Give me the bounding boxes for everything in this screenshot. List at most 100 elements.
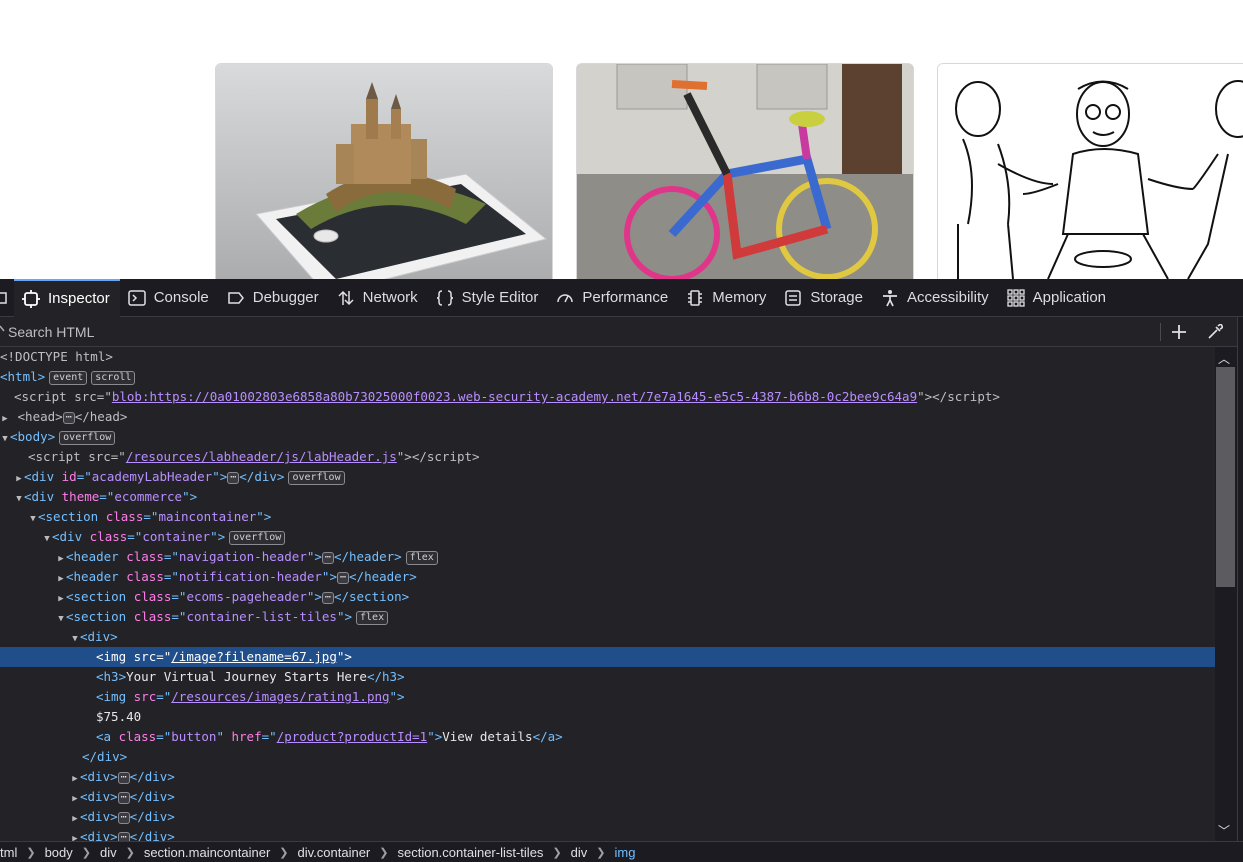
collapse-arrow-icon[interactable]: ▼ (14, 489, 24, 509)
tree-node-div-tile[interactable]: ▼ <div> (0, 627, 1215, 647)
img-src-link[interactable]: /image?filename=67.jpg (171, 649, 337, 664)
flex-badge[interactable]: flex (405, 550, 438, 565)
tab-network[interactable]: Network (329, 279, 428, 317)
expand-arrow-icon[interactable]: ▶ (70, 809, 80, 829)
tree-node-body[interactable]: ▼ <body> overflow (0, 427, 1215, 447)
script-blob-link[interactable]: blob:https://0a01002803e6858a80b73025000… (112, 389, 917, 404)
tab-storage[interactable]: Storage (776, 279, 873, 317)
element-picker-button[interactable] (0, 279, 14, 317)
product-image-castle-phone[interactable] (215, 63, 553, 279)
tab-label: Console (153, 289, 209, 306)
tree-node-div-container[interactable]: ▼ <div class="container"> overflow (0, 527, 1215, 547)
tab-accessibility[interactable]: Accessibility (873, 279, 999, 317)
expand-arrow-icon[interactable]: ▶ (56, 569, 66, 589)
breadcrumb-item[interactable]: div (96, 845, 121, 860)
sidebar-splitter[interactable] (1237, 317, 1243, 862)
expand-arrow-icon[interactable]: ▶ (14, 469, 24, 489)
tab-inspector[interactable]: Inspector (14, 278, 120, 317)
tree-node-head[interactable]: ▶ <head> ⋯ </head> (0, 407, 1215, 427)
tree-node-header-nav[interactable]: ▶ <header class="navigation-header"> ⋯ </he… (0, 547, 1215, 567)
tree-node-div-collapsed[interactable]: ▶ <div> ⋯ </div> (0, 807, 1215, 827)
application-icon (1006, 288, 1025, 307)
breadcrumb-item-current[interactable]: img (611, 845, 640, 860)
tab-style-editor[interactable]: Style Editor (428, 279, 549, 317)
scroll-badge[interactable]: scroll (91, 370, 136, 385)
expand-arrow-icon[interactable]: ▶ (56, 549, 66, 569)
tree-node-doctype[interactable]: <!DOCTYPE html> (0, 347, 1215, 367)
memory-icon (686, 289, 704, 307)
collapsed-ellipsis[interactable]: ⋯ (227, 471, 240, 484)
flex-badge[interactable]: flex (356, 610, 389, 625)
collapsed-ellipsis[interactable]: ⋯ (321, 591, 334, 604)
collapsed-ellipsis[interactable]: ⋯ (117, 791, 130, 804)
tab-label: Network (362, 289, 418, 306)
h3-text: Your Virtual Journey Starts Here (126, 669, 367, 684)
breadcrumb-item[interactable]: div (567, 845, 592, 860)
event-badge[interactable]: event (49, 370, 88, 385)
tree-node-script-blob[interactable]: <script src="blob:https://0a01002803e685… (0, 387, 1215, 407)
tree-node-section-pageheader[interactable]: ▶ <section class="ecoms-pageheader"> ⋯ </se… (0, 587, 1215, 607)
tab-label: Application (1032, 289, 1107, 306)
overflow-badge[interactable]: overflow (288, 470, 345, 485)
markup-scrollbar[interactable]: ︿ ﹀ (1215, 347, 1237, 841)
scrollbar-thumb[interactable] (1216, 367, 1235, 587)
tree-node-img-selected[interactable]: <img src="/image?filename=67.jpg"> (0, 647, 1215, 667)
chevron-right-icon: ❯ (81, 846, 91, 859)
breadcrumb-item[interactable]: body (41, 845, 77, 860)
expand-arrow-icon[interactable]: ▶ (0, 409, 10, 429)
collapsed-ellipsis[interactable]: ⋯ (117, 811, 130, 824)
collapse-arrow-icon[interactable]: ▼ (28, 509, 38, 529)
search-html-input[interactable] (6, 323, 1106, 340)
tree-node-price-text[interactable]: $75.40 (0, 707, 1215, 727)
tree-node-script-labheader[interactable]: <script src="/resources/labheader/js/lab… (0, 447, 1215, 467)
expand-arrow-icon[interactable]: ▶ (70, 829, 80, 841)
attr-value: academyLabHeader (91, 469, 213, 484)
tree-node-html[interactable]: <html> event scroll (0, 367, 1215, 387)
tree-node-div-academy[interactable]: ▶ <div id="academyLabHeader"> ⋯ </div> overf… (0, 467, 1215, 487)
tree-node-div-theme[interactable]: ▼ <div theme="ecommerce"> (0, 487, 1215, 507)
tab-memory[interactable]: Memory (678, 279, 776, 317)
breadcrumb-item[interactable]: tml (0, 845, 21, 860)
collapsed-ellipsis[interactable]: ⋯ (117, 831, 130, 841)
collapsed-ellipsis[interactable]: ⋯ (321, 551, 334, 564)
tab-performance[interactable]: Performance (548, 279, 678, 317)
breadcrumb-item[interactable]: section.container-list-tiles (393, 845, 547, 860)
eyedropper-button[interactable] (1204, 322, 1226, 342)
collapsed-ellipsis[interactable]: ⋯ (336, 571, 350, 584)
product-href-link[interactable]: /product?productId=1 (277, 729, 428, 744)
tree-node-header-notification[interactable]: ▶ <header class="notification-header"> ⋯ </… (0, 567, 1215, 587)
collapse-arrow-icon[interactable]: ▼ (0, 429, 10, 449)
tree-node-section-tiles[interactable]: ▼ <section class="container-list-tiles"> f… (0, 607, 1215, 627)
tree-node-img-rating[interactable]: <img src="/resources/images/rating1.png"… (0, 687, 1215, 707)
tree-node-h3[interactable]: <h3>Your Virtual Journey Starts Here</h3… (0, 667, 1215, 687)
collapsed-ellipsis[interactable]: ⋯ (62, 411, 75, 424)
accessibility-icon (881, 289, 899, 307)
product-image-knitted-bike[interactable] (576, 63, 914, 279)
overflow-badge[interactable]: overflow (229, 530, 286, 545)
tree-node-section-main[interactable]: ▼ <section class="maincontainer"> (0, 507, 1215, 527)
chevron-right-icon: ❯ (552, 846, 562, 859)
tab-application[interactable]: Application (999, 279, 1116, 317)
tree-node-div-collapsed[interactable]: ▶ <div> ⋯ </div> (0, 787, 1215, 807)
collapse-arrow-icon[interactable]: ▼ (56, 609, 66, 629)
tree-node-div-collapsed[interactable]: ▶ <div> ⋯ </div> (0, 827, 1215, 841)
collapse-arrow-icon[interactable]: ▼ (70, 629, 80, 649)
expand-arrow-icon[interactable]: ▶ (70, 789, 80, 809)
chevron-down-icon[interactable]: ﹀ (1218, 822, 1230, 839)
product-image-sketch-people[interactable] (937, 63, 1243, 279)
chevron-up-icon[interactable]: ︿ (1218, 350, 1230, 367)
tree-node-div-collapsed[interactable]: ▶ <div> ⋯ </div> (0, 767, 1215, 787)
overflow-badge[interactable]: overflow (59, 430, 116, 445)
labheader-script-link[interactable]: /resources/labheader/js/labHeader.js (126, 449, 397, 464)
tab-console[interactable]: Console (120, 279, 219, 317)
tab-debugger[interactable]: Debugger (219, 279, 329, 317)
expand-arrow-icon[interactable]: ▶ (56, 589, 66, 609)
collapsed-ellipsis[interactable]: ⋯ (117, 771, 130, 784)
rating-src-link[interactable]: /resources/images/rating1.png (171, 689, 389, 704)
breadcrumb-item[interactable]: div.container (294, 845, 375, 860)
expand-arrow-icon[interactable]: ▶ (70, 769, 80, 789)
add-node-button[interactable] (1168, 322, 1190, 342)
breadcrumb-item[interactable]: section.maincontainer (140, 845, 274, 860)
tree-node-a-button[interactable]: <a class="button" href="/product?product… (0, 727, 1215, 747)
collapse-arrow-icon[interactable]: ▼ (42, 529, 52, 549)
